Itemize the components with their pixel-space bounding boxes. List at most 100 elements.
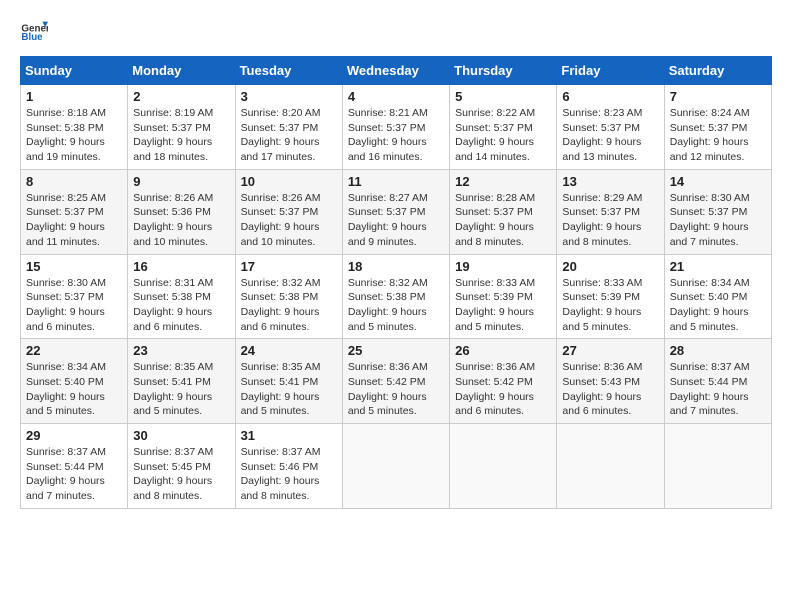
- day-number: 14: [670, 174, 766, 189]
- day-detail: Sunrise: 8:37 AM Sunset: 5:44 PM Dayligh…: [670, 360, 766, 419]
- calendar-cell: 10 Sunrise: 8:26 AM Sunset: 5:37 PM Dayl…: [235, 169, 342, 254]
- day-number: 1: [26, 89, 122, 104]
- calendar-week-2: 8 Sunrise: 8:25 AM Sunset: 5:37 PM Dayli…: [21, 169, 772, 254]
- calendar-week-4: 22 Sunrise: 8:34 AM Sunset: 5:40 PM Dayl…: [21, 339, 772, 424]
- day-number: 31: [241, 428, 337, 443]
- header-monday: Monday: [128, 57, 235, 85]
- calendar-cell: 9 Sunrise: 8:26 AM Sunset: 5:36 PM Dayli…: [128, 169, 235, 254]
- calendar-cell: 26 Sunrise: 8:36 AM Sunset: 5:42 PM Dayl…: [450, 339, 557, 424]
- day-detail: Sunrise: 8:30 AM Sunset: 5:37 PM Dayligh…: [26, 276, 122, 335]
- calendar-cell: 18 Sunrise: 8:32 AM Sunset: 5:38 PM Dayl…: [342, 254, 449, 339]
- calendar-cell: 30 Sunrise: 8:37 AM Sunset: 5:45 PM Dayl…: [128, 424, 235, 509]
- day-number: 26: [455, 343, 551, 358]
- calendar-cell: 4 Sunrise: 8:21 AM Sunset: 5:37 PM Dayli…: [342, 85, 449, 170]
- day-detail: Sunrise: 8:32 AM Sunset: 5:38 PM Dayligh…: [348, 276, 444, 335]
- calendar-week-3: 15 Sunrise: 8:30 AM Sunset: 5:37 PM Dayl…: [21, 254, 772, 339]
- day-number: 2: [133, 89, 229, 104]
- day-detail: Sunrise: 8:34 AM Sunset: 5:40 PM Dayligh…: [670, 276, 766, 335]
- page-header: General Blue: [20, 16, 772, 44]
- day-detail: Sunrise: 8:35 AM Sunset: 5:41 PM Dayligh…: [241, 360, 337, 419]
- day-detail: Sunrise: 8:36 AM Sunset: 5:42 PM Dayligh…: [348, 360, 444, 419]
- day-detail: Sunrise: 8:24 AM Sunset: 5:37 PM Dayligh…: [670, 106, 766, 165]
- day-number: 15: [26, 259, 122, 274]
- day-detail: Sunrise: 8:34 AM Sunset: 5:40 PM Dayligh…: [26, 360, 122, 419]
- calendar-cell: 21 Sunrise: 8:34 AM Sunset: 5:40 PM Dayl…: [664, 254, 771, 339]
- day-detail: Sunrise: 8:32 AM Sunset: 5:38 PM Dayligh…: [241, 276, 337, 335]
- calendar-cell: 13 Sunrise: 8:29 AM Sunset: 5:37 PM Dayl…: [557, 169, 664, 254]
- day-detail: Sunrise: 8:36 AM Sunset: 5:43 PM Dayligh…: [562, 360, 658, 419]
- day-number: 20: [562, 259, 658, 274]
- day-number: 5: [455, 89, 551, 104]
- day-number: 16: [133, 259, 229, 274]
- day-number: 19: [455, 259, 551, 274]
- logo-icon: General Blue: [20, 16, 48, 44]
- day-number: 28: [670, 343, 766, 358]
- svg-text:Blue: Blue: [21, 32, 43, 43]
- header-sunday: Sunday: [21, 57, 128, 85]
- calendar-cell: 15 Sunrise: 8:30 AM Sunset: 5:37 PM Dayl…: [21, 254, 128, 339]
- day-number: 9: [133, 174, 229, 189]
- day-detail: Sunrise: 8:28 AM Sunset: 5:37 PM Dayligh…: [455, 191, 551, 250]
- day-detail: Sunrise: 8:21 AM Sunset: 5:37 PM Dayligh…: [348, 106, 444, 165]
- day-detail: Sunrise: 8:23 AM Sunset: 5:37 PM Dayligh…: [562, 106, 658, 165]
- calendar-week-1: 1 Sunrise: 8:18 AM Sunset: 5:38 PM Dayli…: [21, 85, 772, 170]
- calendar-cell: 1 Sunrise: 8:18 AM Sunset: 5:38 PM Dayli…: [21, 85, 128, 170]
- day-number: 11: [348, 174, 444, 189]
- day-number: 3: [241, 89, 337, 104]
- day-number: 25: [348, 343, 444, 358]
- day-detail: Sunrise: 8:19 AM Sunset: 5:37 PM Dayligh…: [133, 106, 229, 165]
- calendar-cell: [450, 424, 557, 509]
- day-detail: Sunrise: 8:35 AM Sunset: 5:41 PM Dayligh…: [133, 360, 229, 419]
- calendar-cell: 20 Sunrise: 8:33 AM Sunset: 5:39 PM Dayl…: [557, 254, 664, 339]
- header-wednesday: Wednesday: [342, 57, 449, 85]
- day-number: 29: [26, 428, 122, 443]
- calendar-cell: 19 Sunrise: 8:33 AM Sunset: 5:39 PM Dayl…: [450, 254, 557, 339]
- day-detail: Sunrise: 8:18 AM Sunset: 5:38 PM Dayligh…: [26, 106, 122, 165]
- calendar-cell: 22 Sunrise: 8:34 AM Sunset: 5:40 PM Dayl…: [21, 339, 128, 424]
- day-detail: Sunrise: 8:26 AM Sunset: 5:37 PM Dayligh…: [241, 191, 337, 250]
- day-detail: Sunrise: 8:20 AM Sunset: 5:37 PM Dayligh…: [241, 106, 337, 165]
- header-tuesday: Tuesday: [235, 57, 342, 85]
- day-number: 23: [133, 343, 229, 358]
- calendar-cell: 28 Sunrise: 8:37 AM Sunset: 5:44 PM Dayl…: [664, 339, 771, 424]
- header-thursday: Thursday: [450, 57, 557, 85]
- calendar-week-5: 29 Sunrise: 8:37 AM Sunset: 5:44 PM Dayl…: [21, 424, 772, 509]
- calendar-cell: 8 Sunrise: 8:25 AM Sunset: 5:37 PM Dayli…: [21, 169, 128, 254]
- header-friday: Friday: [557, 57, 664, 85]
- calendar-cell: 31 Sunrise: 8:37 AM Sunset: 5:46 PM Dayl…: [235, 424, 342, 509]
- calendar-cell: 2 Sunrise: 8:19 AM Sunset: 5:37 PM Dayli…: [128, 85, 235, 170]
- day-detail: Sunrise: 8:25 AM Sunset: 5:37 PM Dayligh…: [26, 191, 122, 250]
- day-detail: Sunrise: 8:37 AM Sunset: 5:44 PM Dayligh…: [26, 445, 122, 504]
- calendar-cell: 23 Sunrise: 8:35 AM Sunset: 5:41 PM Dayl…: [128, 339, 235, 424]
- day-number: 22: [26, 343, 122, 358]
- day-number: 18: [348, 259, 444, 274]
- day-detail: Sunrise: 8:27 AM Sunset: 5:37 PM Dayligh…: [348, 191, 444, 250]
- calendar-cell: 6 Sunrise: 8:23 AM Sunset: 5:37 PM Dayli…: [557, 85, 664, 170]
- header-saturday: Saturday: [664, 57, 771, 85]
- day-number: 24: [241, 343, 337, 358]
- day-detail: Sunrise: 8:26 AM Sunset: 5:36 PM Dayligh…: [133, 191, 229, 250]
- calendar-cell: 7 Sunrise: 8:24 AM Sunset: 5:37 PM Dayli…: [664, 85, 771, 170]
- day-detail: Sunrise: 8:31 AM Sunset: 5:38 PM Dayligh…: [133, 276, 229, 335]
- day-detail: Sunrise: 8:37 AM Sunset: 5:46 PM Dayligh…: [241, 445, 337, 504]
- day-number: 21: [670, 259, 766, 274]
- day-number: 27: [562, 343, 658, 358]
- day-number: 13: [562, 174, 658, 189]
- day-number: 30: [133, 428, 229, 443]
- calendar-cell: 3 Sunrise: 8:20 AM Sunset: 5:37 PM Dayli…: [235, 85, 342, 170]
- calendar-cell: 5 Sunrise: 8:22 AM Sunset: 5:37 PM Dayli…: [450, 85, 557, 170]
- calendar-cell: [342, 424, 449, 509]
- calendar-cell: 14 Sunrise: 8:30 AM Sunset: 5:37 PM Dayl…: [664, 169, 771, 254]
- calendar-cell: [557, 424, 664, 509]
- day-number: 7: [670, 89, 766, 104]
- day-number: 17: [241, 259, 337, 274]
- day-detail: Sunrise: 8:33 AM Sunset: 5:39 PM Dayligh…: [455, 276, 551, 335]
- calendar-cell: 25 Sunrise: 8:36 AM Sunset: 5:42 PM Dayl…: [342, 339, 449, 424]
- calendar-header-row: SundayMondayTuesdayWednesdayThursdayFrid…: [21, 57, 772, 85]
- day-number: 12: [455, 174, 551, 189]
- calendar-cell: 24 Sunrise: 8:35 AM Sunset: 5:41 PM Dayl…: [235, 339, 342, 424]
- day-number: 6: [562, 89, 658, 104]
- logo: General Blue: [20, 16, 52, 44]
- calendar-cell: 17 Sunrise: 8:32 AM Sunset: 5:38 PM Dayl…: [235, 254, 342, 339]
- day-detail: Sunrise: 8:37 AM Sunset: 5:45 PM Dayligh…: [133, 445, 229, 504]
